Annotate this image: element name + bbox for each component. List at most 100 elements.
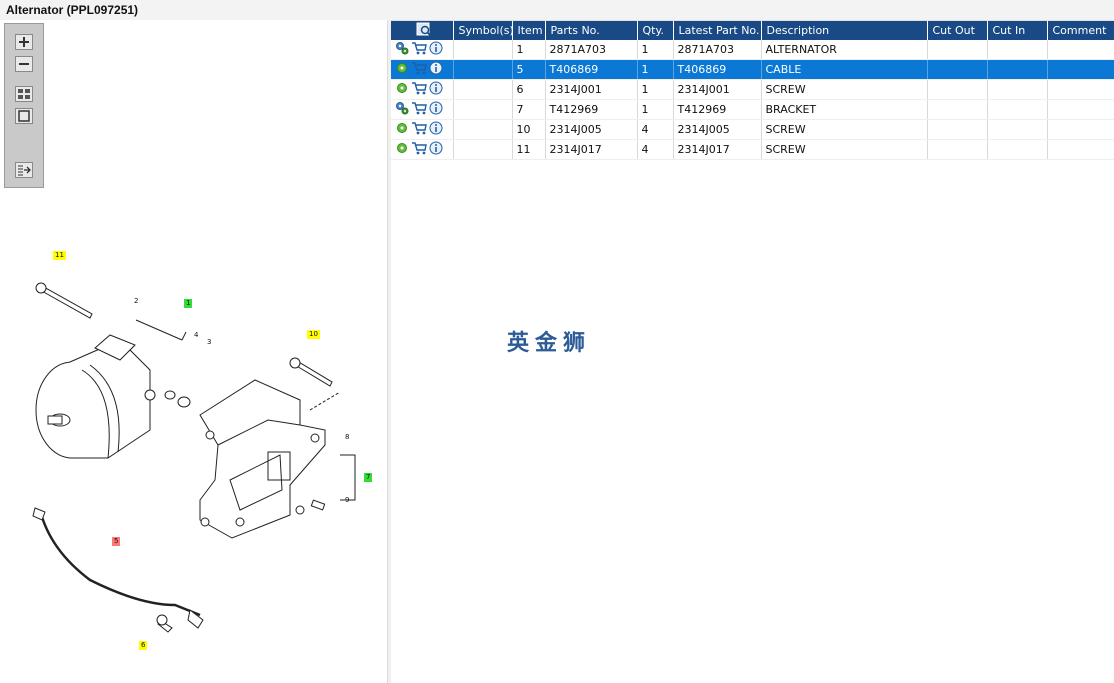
- table-row[interactable]: 10 2314J005 4 2314J005 SCREW: [391, 119, 1114, 140]
- info-icon[interactable]: [429, 121, 443, 138]
- qty-cell: 1: [637, 59, 674, 80]
- add-to-cart-icon[interactable]: [411, 101, 427, 118]
- symbols-cell: [453, 40, 513, 60]
- latest-part-no-cell: T406869: [673, 59, 762, 80]
- description-cell: ALTERNATOR: [761, 40, 928, 60]
- assembly-gears-icon[interactable]: [395, 41, 409, 58]
- cut-out-cell: [927, 59, 988, 80]
- add-to-cart-icon[interactable]: [411, 61, 427, 78]
- column-header-cut-out[interactable]: Cut Out: [927, 21, 988, 40]
- description-cell: SCREW: [761, 119, 928, 140]
- qty-cell: 1: [637, 99, 674, 120]
- table-row[interactable]: 5 T406869 1 T406869 CABLE: [391, 59, 1114, 80]
- callout-label[interactable]: 1: [184, 299, 193, 308]
- part-no-cell: 2314J001: [545, 79, 638, 100]
- symbols-cell: [453, 59, 513, 80]
- symbols-cell: [453, 139, 513, 160]
- table-row[interactable]: 6 2314J001 1 2314J001 SCREW: [391, 79, 1114, 100]
- callout-label[interactable]: 3: [205, 338, 213, 347]
- cut-out-cell: [927, 99, 988, 120]
- comment-cell: [1047, 59, 1114, 80]
- table-row[interactable]: 11 2314J017 4 2314J017 SCREW: [391, 139, 1114, 160]
- callout-label[interactable]: 11: [53, 251, 66, 260]
- part-no-cell: 2871A703: [545, 40, 638, 60]
- add-to-cart-icon[interactable]: [411, 41, 427, 58]
- info-icon[interactable]: [429, 41, 443, 58]
- callout-label[interactable]: 5: [112, 537, 121, 546]
- add-to-cart-icon[interactable]: [411, 121, 427, 138]
- comment-cell: [1047, 99, 1114, 120]
- cut-out-cell: [927, 79, 988, 100]
- symbols-cell: [453, 99, 513, 120]
- fit-all-icon[interactable]: [15, 86, 33, 102]
- fit-window-icon[interactable]: [15, 108, 33, 124]
- callout-label[interactable]: 6: [139, 641, 148, 650]
- part-no-cell: T406869: [545, 59, 638, 80]
- info-icon[interactable]: [429, 61, 443, 78]
- comment-cell: [1047, 79, 1114, 100]
- info-icon[interactable]: [429, 141, 443, 158]
- callout-label[interactable]: 8: [343, 433, 351, 442]
- row-actions-cell: [391, 99, 454, 120]
- qty-cell: 1: [637, 40, 674, 60]
- part-gear-icon[interactable]: [395, 121, 409, 138]
- search-list-icon[interactable]: [416, 22, 432, 37]
- symbols-cell: [453, 79, 513, 100]
- table-row[interactable]: 1 2871A703 1 2871A703 ALTERNATOR: [391, 40, 1114, 60]
- part-gear-icon[interactable]: [395, 141, 409, 158]
- layout-toggle-icon[interactable]: [15, 162, 33, 178]
- zoom-out-icon[interactable]: [15, 56, 33, 72]
- add-to-cart-icon[interactable]: [411, 141, 427, 158]
- part-gear-icon[interactable]: [395, 61, 409, 78]
- illustration-pane[interactable]: 11 2 1 4 3 10 8 7 9 5 6: [0, 20, 388, 683]
- callout-label[interactable]: 2: [132, 297, 140, 306]
- column-header-qty[interactable]: Qty.: [637, 21, 674, 40]
- cut-in-cell: [987, 99, 1048, 120]
- part-gear-icon[interactable]: [395, 81, 409, 98]
- table-row[interactable]: 7 T412969 1 T412969 BRACKET: [391, 99, 1114, 120]
- callout-label[interactable]: 10: [307, 330, 320, 339]
- part-no-cell: 2314J017: [545, 139, 638, 160]
- row-actions-cell: [391, 59, 454, 80]
- info-icon[interactable]: [429, 101, 443, 118]
- qty-cell: 4: [637, 119, 674, 140]
- description-cell: CABLE: [761, 59, 928, 80]
- zoom-in-icon[interactable]: [15, 34, 33, 50]
- row-actions-cell: [391, 40, 454, 60]
- column-header-comment[interactable]: Comment: [1047, 21, 1114, 40]
- column-header-item[interactable]: Item: [512, 21, 546, 40]
- column-header-symbols[interactable]: Symbol(s): [453, 21, 513, 40]
- cut-in-cell: [987, 119, 1048, 140]
- table-header-row: Symbol(s) Item Parts No. Qty. Latest Par…: [391, 21, 1114, 40]
- cut-in-cell: [987, 59, 1048, 80]
- comment-cell: [1047, 40, 1114, 60]
- latest-part-no-cell: 2314J017: [673, 139, 762, 160]
- item-cell: 1: [512, 40, 546, 60]
- add-to-cart-icon[interactable]: [411, 81, 427, 98]
- latest-part-no-cell: 2314J005: [673, 119, 762, 140]
- column-header-description[interactable]: Description: [761, 21, 928, 40]
- item-cell: 11: [512, 139, 546, 160]
- column-header-search[interactable]: [391, 21, 454, 40]
- column-header-cut-in[interactable]: Cut In: [987, 21, 1048, 40]
- callout-label[interactable]: 9: [343, 496, 351, 505]
- column-header-latest-part-no[interactable]: Latest Part No.: [673, 21, 762, 40]
- part-no-cell: 2314J005: [545, 119, 638, 140]
- qty-cell: 4: [637, 139, 674, 160]
- title-bar: Alternator (PPL097251): [0, 0, 1114, 21]
- description-cell: SCREW: [761, 79, 928, 100]
- latest-part-no-cell: 2314J001: [673, 79, 762, 100]
- comment-cell: [1047, 119, 1114, 140]
- column-header-parts-no[interactable]: Parts No.: [545, 21, 638, 40]
- assembly-gears-icon[interactable]: [395, 101, 409, 118]
- symbols-cell: [453, 119, 513, 140]
- callout-label[interactable]: 7: [364, 473, 373, 482]
- callout-label[interactable]: 4: [192, 331, 200, 340]
- info-icon[interactable]: [429, 81, 443, 98]
- view-toolbox: [4, 23, 44, 188]
- watermark: 英金狮: [507, 331, 592, 356]
- cut-out-cell: [927, 119, 988, 140]
- cut-out-cell: [927, 139, 988, 160]
- item-cell: 7: [512, 99, 546, 120]
- cut-in-cell: [987, 40, 1048, 60]
